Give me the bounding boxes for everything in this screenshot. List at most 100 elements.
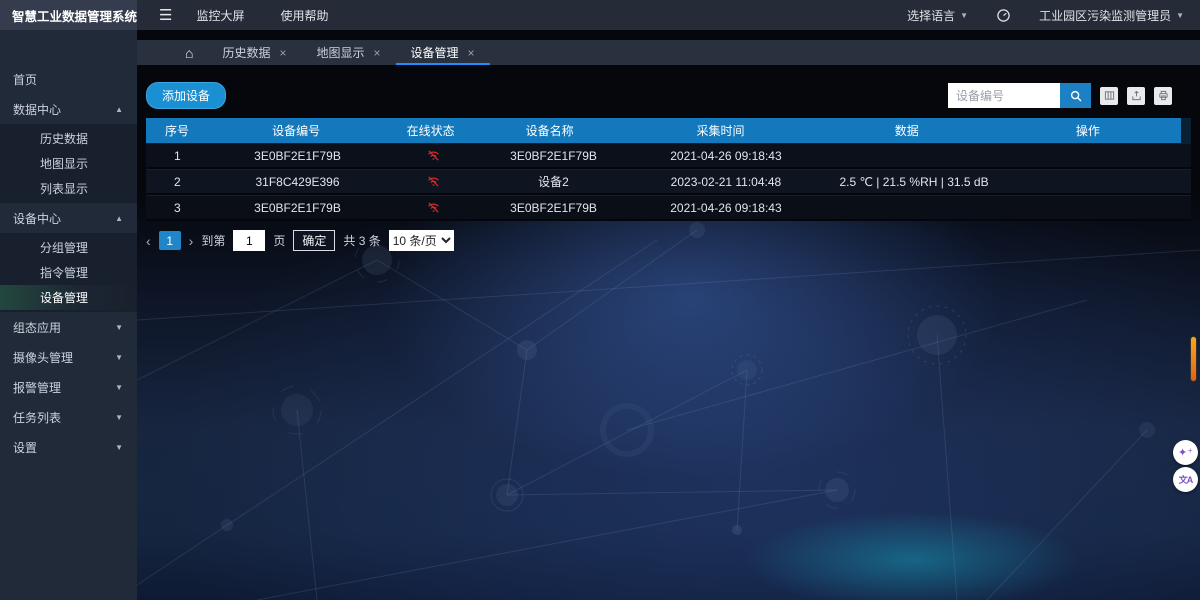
chevron-down-icon: ▼ <box>115 413 123 422</box>
wifi-off-icon <box>426 200 441 215</box>
close-icon[interactable]: × <box>468 46 475 60</box>
total-count-label: 共 3 条 <box>343 232 380 249</box>
cell-device-name: 3E0BF2E1F79B <box>480 149 626 163</box>
page-size-select[interactable]: 10 条/页 <box>389 230 454 251</box>
sidebar-item-task-list[interactable]: 任务列表 ▼ <box>0 402 137 432</box>
close-icon[interactable]: × <box>279 46 286 60</box>
sidebar-item-map-display[interactable]: 地图显示 <box>0 151 137 176</box>
search-input[interactable] <box>948 83 1060 108</box>
home-icon: ⌂ <box>185 45 193 61</box>
table-scroll-gutter <box>1181 118 1191 143</box>
chevron-down-icon: ▼ <box>1176 11 1184 20</box>
sidebar-item-device-center[interactable]: 设备中心 ▲ <box>0 203 137 233</box>
columns-icon <box>1104 90 1115 101</box>
sidebar-item-device-mgmt[interactable]: 设备管理 <box>0 285 137 310</box>
user-menu[interactable]: 工业园区污染监测管理员 ▼ <box>1039 7 1184 24</box>
ai-sparkle-button[interactable]: ✦⁺ <box>1173 440 1198 465</box>
search-button[interactable] <box>1060 83 1091 108</box>
tab-map-display[interactable]: 地图显示 × <box>302 40 396 65</box>
cell-index: 1 <box>146 149 209 163</box>
column-header: 在线状态 <box>384 122 477 139</box>
table-header-row: 序号 设备编号 在线状态 设备名称 采集时间 数据 操作 <box>146 118 1191 143</box>
cell-data: 2.5 ℃ | 21.5 %RH | 31.5 dB <box>825 175 1003 189</box>
tab-device-mgmt[interactable]: 设备管理 × <box>396 40 490 65</box>
sidebar-item-camera-mgmt[interactable]: 摄像头管理 ▼ <box>0 342 137 372</box>
tab-bar: ⌂ 历史数据 × 地图显示 × 设备管理 × <box>137 40 1200 65</box>
sidebar-item-settings[interactable]: 设置 ▼ <box>0 432 137 462</box>
next-page-button[interactable]: › <box>189 234 194 248</box>
column-header: 操作 <box>995 122 1181 139</box>
tab-history-data[interactable]: 历史数据 × <box>207 40 301 65</box>
print-button[interactable] <box>1154 87 1172 105</box>
confirm-button[interactable]: 确定 <box>293 230 335 251</box>
menu-monitor-screen[interactable]: 监控大屏 <box>196 7 244 24</box>
chevron-up-icon: ▲ <box>115 105 123 114</box>
chevron-down-icon: ▼ <box>115 443 123 452</box>
column-header: 采集时间 <box>622 122 819 139</box>
cell-status <box>386 174 480 189</box>
data-center-submenu: 历史数据 地图显示 列表显示 <box>0 124 137 203</box>
sidebar-item-data-center[interactable]: 数据中心 ▲ <box>0 94 137 124</box>
chevron-down-icon: ▼ <box>115 323 123 332</box>
topbar-right: 选择语言 ▼ 工业园区污染监测管理员 ▼ <box>907 7 1200 24</box>
chevron-up-icon: ▲ <box>115 214 123 223</box>
top-bar: 智慧工业数据管理系统 ☰ 监控大屏 使用帮助 选择语言 ▼ 工业园区污染监测管理… <box>0 0 1200 30</box>
wifi-off-icon <box>426 148 441 163</box>
tab-home[interactable]: ⌂ <box>171 40 207 65</box>
cell-index: 2 <box>146 175 209 189</box>
scrollbar-thumb[interactable] <box>1190 336 1197 382</box>
sidebar-item-history-data[interactable]: 历史数据 <box>0 126 137 151</box>
network-pattern <box>137 195 1200 600</box>
page-unit-label: 页 <box>273 232 285 249</box>
print-icon <box>1158 90 1169 101</box>
gauge-icon[interactable] <box>996 8 1011 23</box>
table-row[interactable]: 1 3E0BF2E1F79B 3E0BF2E1F79B 2021-04-26 0… <box>146 143 1191 169</box>
main-area: ⌂ 历史数据 × 地图显示 × 设备管理 × 添加设备 <box>137 30 1200 600</box>
cell-status <box>386 148 480 163</box>
close-icon[interactable]: × <box>374 46 381 60</box>
cell-device-name: 设备2 <box>480 173 626 190</box>
cell-device-no: 31F8C429E396 <box>209 175 387 189</box>
chevron-down-icon: ▼ <box>960 11 968 20</box>
sidebar-item-command-mgmt[interactable]: 指令管理 <box>0 260 137 285</box>
cell-collect-time: 2023-02-21 11:04:48 <box>627 175 826 189</box>
cell-index: 3 <box>146 201 209 215</box>
page-number-button[interactable]: 1 <box>159 231 181 250</box>
language-selector[interactable]: 选择语言 ▼ <box>907 7 968 24</box>
column-header: 设备名称 <box>477 122 622 139</box>
sidebar-item-alarm-mgmt[interactable]: 报警管理 ▼ <box>0 372 137 402</box>
sidebar-item-scada-app[interactable]: 组态应用 ▼ <box>0 312 137 342</box>
language-label: 选择语言 <box>907 7 955 24</box>
cell-device-no: 3E0BF2E1F79B <box>209 201 387 215</box>
sparkle-icon: ✦⁺ <box>1178 446 1193 459</box>
translate-icon: 文A <box>1179 473 1193 486</box>
cell-collect-time: 2021-04-26 09:18:43 <box>627 201 826 215</box>
cell-device-name: 3E0BF2E1F79B <box>480 201 626 215</box>
translate-button[interactable]: 文A <box>1173 467 1198 492</box>
search-icon <box>1069 89 1083 103</box>
columns-settings-button[interactable] <box>1100 87 1118 105</box>
toolbar-right <box>948 83 1172 108</box>
user-name: 工业园区污染监测管理员 <box>1039 7 1171 24</box>
menu-collapse-icon[interactable]: ☰ <box>159 6 172 24</box>
table-row[interactable]: 2 31F8C429E396 设备2 2023-02-21 11:04:48 2… <box>146 169 1191 195</box>
sidebar: 首页 数据中心 ▲ 历史数据 地图显示 列表显示 设备中心 ▲ 分组管理 指令管… <box>0 30 137 600</box>
sidebar-item-home[interactable]: 首页 <box>0 64 137 94</box>
chevron-down-icon: ▼ <box>115 353 123 362</box>
goto-label: 到第 <box>201 232 225 249</box>
prev-page-button[interactable]: ‹ <box>146 234 151 248</box>
cell-collect-time: 2021-04-26 09:18:43 <box>627 149 826 163</box>
column-header: 数据 <box>819 122 995 139</box>
sidebar-item-group-mgmt[interactable]: 分组管理 <box>0 235 137 260</box>
export-icon <box>1131 90 1142 101</box>
export-button[interactable] <box>1127 87 1145 105</box>
table-row[interactable]: 3 3E0BF2E1F79B 3E0BF2E1F79B 2021-04-26 0… <box>146 195 1191 221</box>
toolbar: 添加设备 <box>146 82 1172 109</box>
chevron-down-icon: ▼ <box>115 383 123 392</box>
cell-status <box>386 200 480 215</box>
menu-help[interactable]: 使用帮助 <box>280 7 328 24</box>
device-table: 序号 设备编号 在线状态 设备名称 采集时间 数据 操作 1 3E0BF2E1F… <box>146 118 1191 221</box>
add-device-button[interactable]: 添加设备 <box>146 82 226 109</box>
sidebar-item-list-display[interactable]: 列表显示 <box>0 176 137 201</box>
page-jump-input[interactable] <box>233 230 265 251</box>
